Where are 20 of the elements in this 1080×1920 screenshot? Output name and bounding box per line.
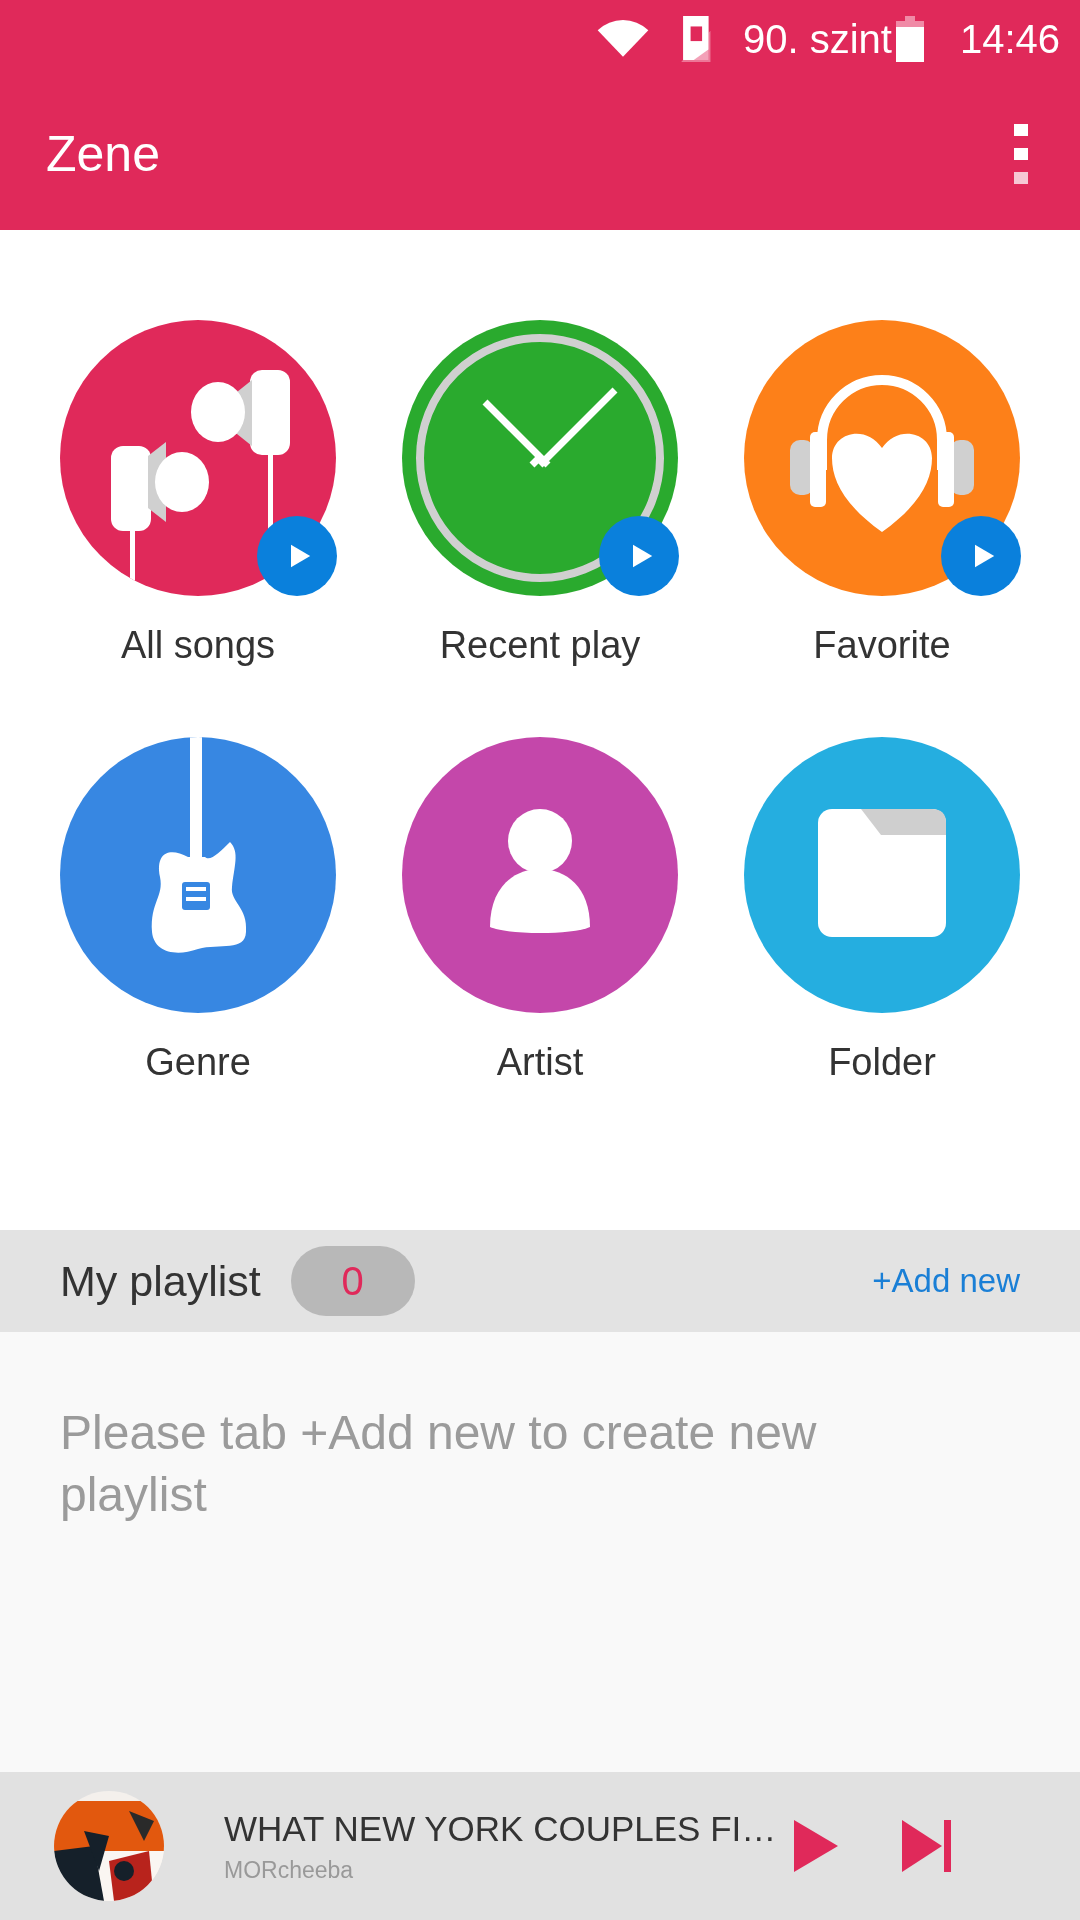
more-options-icon[interactable]: [1014, 124, 1028, 184]
play-icon[interactable]: [794, 1820, 838, 1872]
playlist-title: My playlist: [60, 1256, 261, 1306]
category-label: Folder: [828, 1041, 936, 1084]
battery-icon: [895, 16, 924, 62]
song-title: WHAT NEW YORK COUPLES FI…: [224, 1808, 778, 1849]
empty-playlist-message: Please tab +Add new to create new playlist: [60, 1405, 818, 1523]
category-label: Genre: [145, 1041, 251, 1084]
artist-name: MORcheeba: [224, 1856, 355, 1884]
mini-player[interactable]: WHAT NEW YORK COUPLES FI… MORcheeba: [0, 1772, 1080, 1920]
category-label: Favorite: [813, 624, 951, 667]
wifi-icon: [596, 20, 649, 58]
clock-text: 14:46: [959, 16, 1060, 62]
carrier-text: 90. szint: [742, 16, 892, 62]
category-label: Artist: [496, 1041, 584, 1084]
skip-next-icon[interactable]: [902, 1820, 952, 1872]
playlist-count: 0: [290, 1246, 415, 1316]
category-label: All songs: [120, 624, 276, 667]
app-title: Zene: [46, 125, 160, 183]
category-label: Recent play: [439, 624, 641, 667]
